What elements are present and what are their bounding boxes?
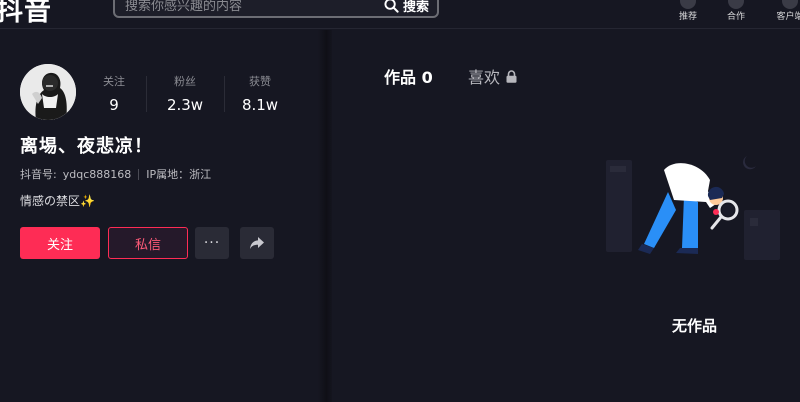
stat-following[interactable]: 关注 9: [102, 73, 126, 114]
profile-panel: 关注 9 粉丝 2.3w 获赞 8.1w 离埸、夜悲凉！ 抖音号: ydqc88…: [0, 30, 331, 402]
works-panel: 作品 0 喜欢 无作品: [332, 30, 800, 402]
search-icon: [384, 0, 399, 13]
search-button-label: 搜索: [402, 0, 429, 15]
nav-recommend[interactable]: 推荐: [668, 0, 708, 29]
search-button[interactable]: 搜索: [384, 0, 429, 16]
more-button[interactable]: ···: [195, 227, 229, 259]
empty-works-text: 无作品: [672, 317, 718, 335]
follow-button[interactable]: 关注: [20, 227, 100, 259]
stat-followers[interactable]: 粉丝 2.3w: [165, 73, 205, 114]
client-icon: [782, 0, 798, 9]
stat-following-value: 9: [109, 96, 119, 114]
tab-likes[interactable]: 喜欢: [468, 64, 517, 88]
meta-divider: [138, 168, 140, 180]
tab-works[interactable]: 作品 0: [384, 64, 433, 88]
share-button[interactable]: [240, 227, 274, 259]
more-icon: ···: [203, 235, 221, 251]
stat-likes-value: 8.1w: [241, 96, 279, 114]
panel-divider: [318, 30, 332, 402]
nav-client-label: 客户端: [776, 12, 800, 22]
stat-followers-value: 2.3w: [166, 96, 204, 114]
douyin-logo[interactable]: 抖音: [0, 0, 52, 28]
ip-location: IP属地：浙江: [146, 168, 212, 181]
lock-icon: [506, 69, 517, 83]
empty-works-illustration: [606, 156, 780, 260]
avatar-image: [20, 64, 76, 120]
search-bar[interactable]: 搜索: [113, 0, 439, 18]
stat-likes-label: 获赞: [249, 75, 271, 88]
stat-divider: [146, 76, 147, 112]
nav-client[interactable]: 客户端: [770, 0, 800, 29]
stat-divider: [224, 76, 225, 112]
tab-likes-label: 喜欢: [468, 68, 501, 87]
nav-recommend-label: 推荐: [678, 12, 697, 22]
user-signature: 情感の禁区✨: [20, 194, 95, 208]
cooperation-icon: [728, 0, 744, 9]
user-meta: 抖音号: ydqc888168 IP属地：浙江: [20, 166, 211, 182]
nav-cooperation[interactable]: 合作: [716, 0, 756, 29]
stat-followers-label: 粉丝: [174, 75, 196, 88]
user-nickname: 离埸、夜悲凉！: [20, 136, 153, 157]
nav-cooperation-label: 合作: [726, 12, 745, 22]
avatar[interactable]: [20, 64, 76, 120]
share-icon: [250, 237, 264, 249]
stat-following-label: 关注: [103, 75, 125, 88]
stat-likes[interactable]: 获赞 8.1w: [240, 73, 280, 114]
douyin-id: ydqc888168: [62, 167, 132, 181]
top-header: 抖音 搜索 推荐 合作 客户端: [0, 0, 800, 29]
recommend-icon: [680, 0, 696, 9]
douyin-id-label: 抖音号:: [20, 168, 57, 181]
message-button[interactable]: 私信: [108, 227, 188, 259]
tab-works-label: 作品 0: [384, 68, 433, 87]
search-input[interactable]: [125, 0, 365, 16]
